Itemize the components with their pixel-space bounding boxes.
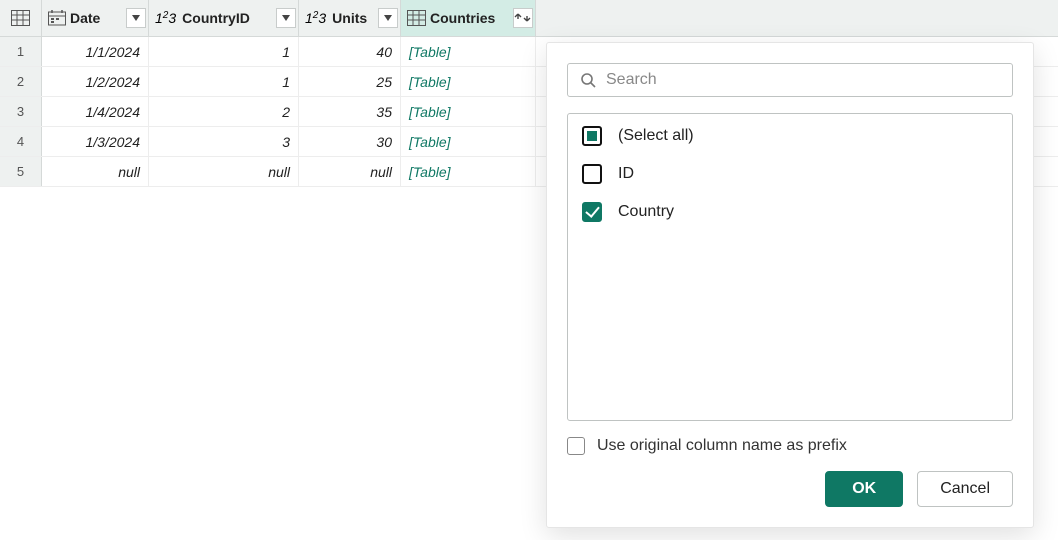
column-name: Date xyxy=(70,10,122,26)
cell-date[interactable]: 1/4/2024 xyxy=(42,97,149,126)
filter-dropdown-units[interactable] xyxy=(378,8,398,28)
cell-countries[interactable]: [Table] xyxy=(401,67,536,96)
cell-countryid[interactable]: 3 xyxy=(149,127,299,156)
option-id[interactable]: ID xyxy=(582,164,998,184)
cell-date[interactable]: 1/3/2024 xyxy=(42,127,149,156)
column-name: Units xyxy=(332,10,374,26)
column-name: Countries xyxy=(430,10,509,26)
number-type-icon: 123 xyxy=(155,10,176,26)
cell-date[interactable]: null xyxy=(42,157,149,186)
option-label: (Select all) xyxy=(618,127,694,145)
row-number: 4 xyxy=(0,127,42,156)
cell-units[interactable]: 40 xyxy=(299,37,401,66)
option-label: Country xyxy=(618,203,674,221)
column-header-countryid[interactable]: 123 CountryID xyxy=(149,0,299,36)
table-icon xyxy=(11,10,30,26)
cell-date[interactable]: 1/2/2024 xyxy=(42,67,149,96)
cell-countryid[interactable]: null xyxy=(149,157,299,186)
dialog-buttons: OK Cancel xyxy=(567,471,1013,507)
cell-countries[interactable]: [Table] xyxy=(401,157,536,186)
cell-date[interactable]: 1/1/2024 xyxy=(42,37,149,66)
filter-dropdown-countryid[interactable] xyxy=(276,8,296,28)
search-input[interactable] xyxy=(606,71,1000,89)
expand-column-popup: (Select all) ID Country Use original col… xyxy=(546,42,1034,528)
chevron-down-icon xyxy=(132,15,140,21)
filter-dropdown-date[interactable] xyxy=(126,8,146,28)
cell-units[interactable]: 35 xyxy=(299,97,401,126)
columns-options: (Select all) ID Country xyxy=(567,113,1013,421)
prefix-label: Use original column name as prefix xyxy=(597,437,847,455)
row-number: 2 xyxy=(0,67,42,96)
option-label: ID xyxy=(618,165,634,183)
cell-countryid[interactable]: 2 xyxy=(149,97,299,126)
expand-icon xyxy=(514,11,532,25)
column-headers: Date 123 CountryID 123 Units Countries xyxy=(0,0,1058,37)
cell-units[interactable]: 25 xyxy=(299,67,401,96)
cell-units[interactable]: null xyxy=(299,157,401,186)
cell-countries[interactable]: [Table] xyxy=(401,37,536,66)
cancel-button[interactable]: Cancel xyxy=(917,471,1013,507)
row-number: 1 xyxy=(0,37,42,66)
cell-countries[interactable]: [Table] xyxy=(401,97,536,126)
row-corner xyxy=(0,0,42,36)
checkbox-checked[interactable] xyxy=(582,202,602,222)
calendar-icon xyxy=(48,10,66,26)
expand-button-countries[interactable] xyxy=(513,8,533,28)
column-header-date[interactable]: Date xyxy=(42,0,149,36)
row-number: 5 xyxy=(0,157,42,186)
ok-button[interactable]: OK xyxy=(825,471,903,507)
column-name: CountryID xyxy=(182,10,272,26)
column-header-countries[interactable]: Countries xyxy=(401,0,536,36)
number-type-icon: 123 xyxy=(305,10,326,26)
checkbox-unchecked[interactable] xyxy=(567,437,585,455)
cell-countries[interactable]: [Table] xyxy=(401,127,536,156)
checkbox-indeterminate[interactable] xyxy=(582,126,602,146)
option-country[interactable]: Country xyxy=(582,202,998,222)
row-number: 3 xyxy=(0,97,42,126)
option-select-all[interactable]: (Select all) xyxy=(582,126,998,146)
cell-units[interactable]: 30 xyxy=(299,127,401,156)
checkbox-unchecked[interactable] xyxy=(582,164,602,184)
column-header-units[interactable]: 123 Units xyxy=(299,0,401,36)
cell-countryid[interactable]: 1 xyxy=(149,37,299,66)
search-icon xyxy=(580,72,596,88)
search-box[interactable] xyxy=(567,63,1013,97)
table-icon xyxy=(407,10,426,26)
chevron-down-icon xyxy=(384,15,392,21)
chevron-down-icon xyxy=(282,15,290,21)
cell-countryid[interactable]: 1 xyxy=(149,67,299,96)
prefix-option[interactable]: Use original column name as prefix xyxy=(567,437,1013,455)
